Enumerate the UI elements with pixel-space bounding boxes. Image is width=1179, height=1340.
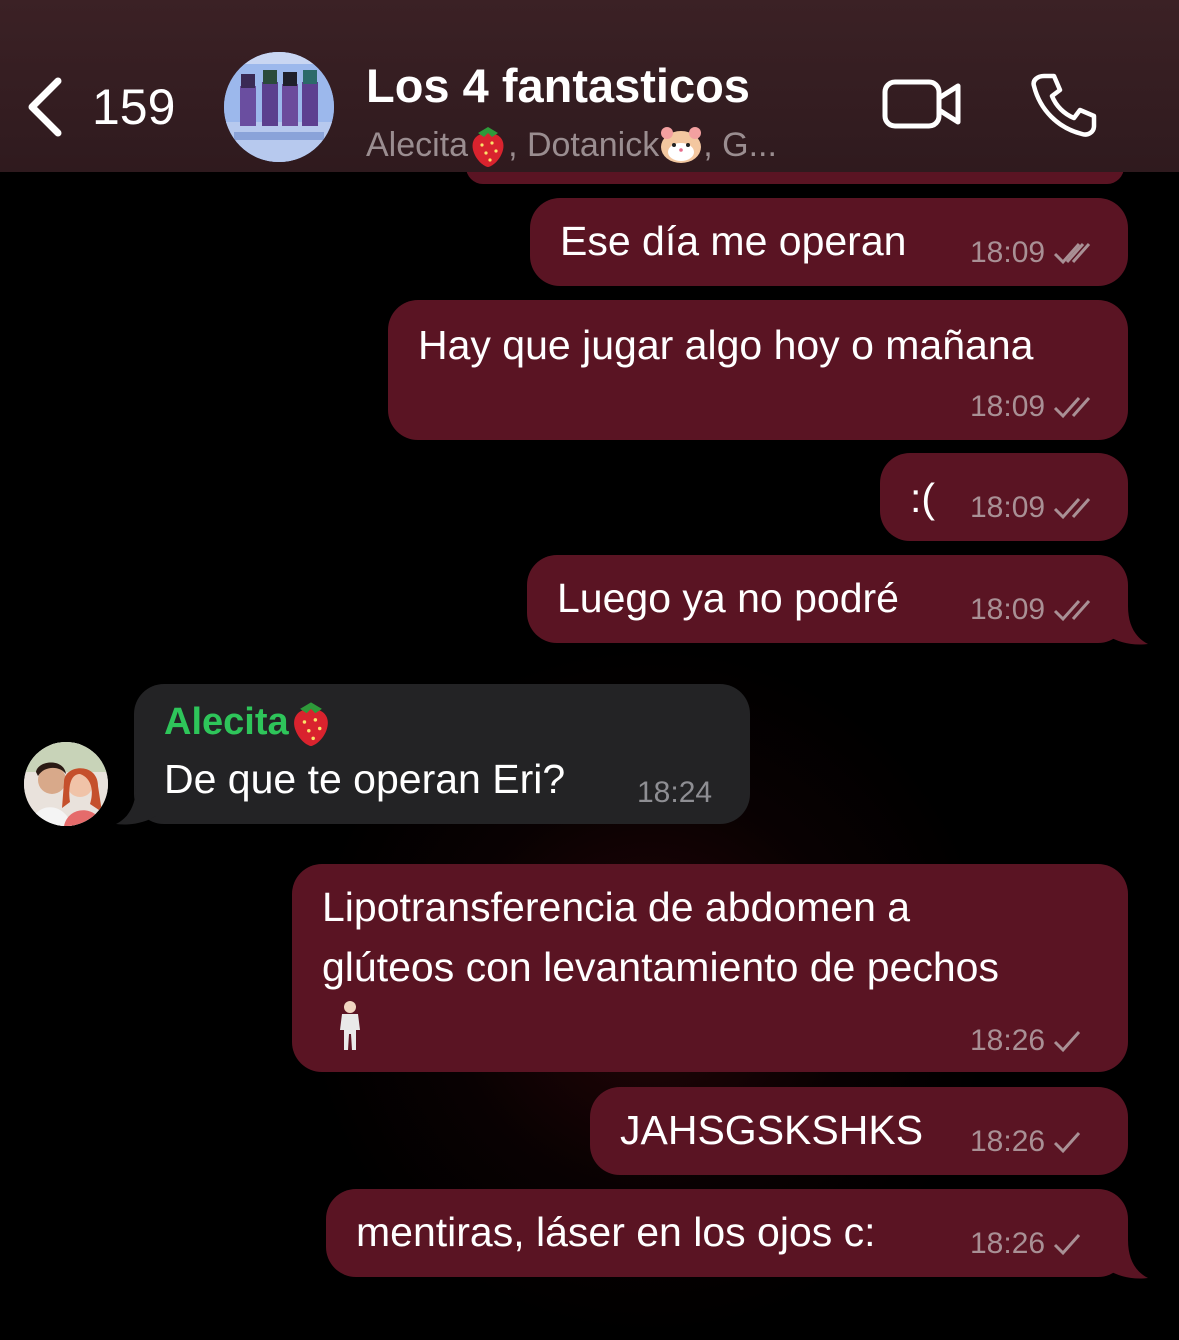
strawberry-icon — [293, 702, 328, 746]
message-text: mentiras, láser en los ojos c: — [356, 1209, 876, 1255]
message-time: 18:09 — [970, 593, 1093, 627]
sender-avatar[interactable] — [24, 742, 108, 826]
message-bubble-outgoing[interactable]: mentiras, láser en los ojos c: 18:26 — [326, 1189, 1128, 1277]
message-bubble-incoming[interactable]: Alecita De que te operan Eri? 18:24 — [134, 684, 750, 824]
check-icon — [1054, 1132, 1081, 1154]
message-text: :( — [910, 475, 936, 521]
double-check-icon — [1054, 243, 1091, 265]
unread-count: 159 — [92, 79, 176, 135]
double-check-icon — [1054, 600, 1091, 622]
message-time: 18:26 — [970, 1227, 1083, 1261]
message-text: De que te operan Eri? — [164, 756, 566, 802]
message-text: Luego ya no podré — [557, 575, 899, 621]
bubble-tail — [1108, 606, 1148, 645]
message-text-line: Lipotransferencia de abdomen a — [322, 884, 911, 930]
group-avatar[interactable] — [224, 52, 334, 162]
check-icon — [1054, 1031, 1081, 1053]
bubble-tail — [116, 786, 156, 825]
hamster-icon — [661, 127, 702, 163]
message-text: JAHSGSKSHKS — [620, 1107, 924, 1153]
back-button[interactable]: 159 — [24, 70, 184, 144]
message-time: 18:09 — [970, 491, 1093, 525]
chevron-left-icon — [28, 77, 62, 137]
chat-header: 159 Los 4 fantasticos Alecita , Dotanick… — [0, 0, 1179, 172]
double-check-icon — [1054, 397, 1091, 419]
message-bubble-outgoing[interactable]: Luego ya no podré 18:09 — [527, 555, 1128, 643]
message-text-line: glúteos con levantamiento de pechos — [322, 944, 999, 990]
message-time: 18:24 — [637, 776, 713, 809]
phone-icon — [1031, 73, 1097, 137]
message-bubble-outgoing[interactable]: Ese día me operan 18:09 — [530, 198, 1128, 286]
message-bubble-outgoing[interactable]: :( 18:09 — [880, 453, 1128, 541]
message-bubble-outgoing[interactable]: Lipotransferencia de abdomen a glúteos c… — [292, 864, 1128, 1072]
message-time: 18:09 — [970, 236, 1093, 270]
member-name: , Dotanick — [508, 125, 660, 164]
message-time: 18:26 — [970, 1024, 1083, 1058]
video-camera-icon — [882, 79, 961, 129]
person-standing-icon — [340, 1001, 360, 1050]
voice-call-button[interactable] — [1030, 72, 1098, 138]
message-bubble-outgoing[interactable]: Hay que jugar algo hoy o mañana 18:09 — [388, 300, 1128, 440]
member-name: , G... — [703, 125, 777, 164]
strawberry-icon — [472, 127, 504, 167]
chat-members: Alecita , Dotanick , G... — [366, 123, 866, 167]
bubble-tail — [1108, 1240, 1148, 1279]
check-icon — [1054, 1234, 1081, 1256]
double-check-icon — [1054, 498, 1091, 520]
chat-title-area[interactable]: Los 4 fantasticos Alecita , Dotanick , G… — [366, 58, 866, 167]
message-bubble-outgoing[interactable]: JAHSGSKSHKS 18:26 — [590, 1087, 1128, 1175]
message-text: Ese día me operan — [560, 218, 907, 264]
video-call-button[interactable] — [882, 74, 962, 134]
message-time: 18:26 — [970, 1125, 1083, 1159]
chat-title: Los 4 fantasticos — [366, 59, 750, 112]
member-name: Alecita — [366, 125, 469, 164]
message-time: 18:09 — [970, 390, 1093, 424]
message-text: Hay que jugar algo hoy o mañana — [418, 322, 1034, 368]
sender-name: Alecita — [164, 698, 333, 746]
